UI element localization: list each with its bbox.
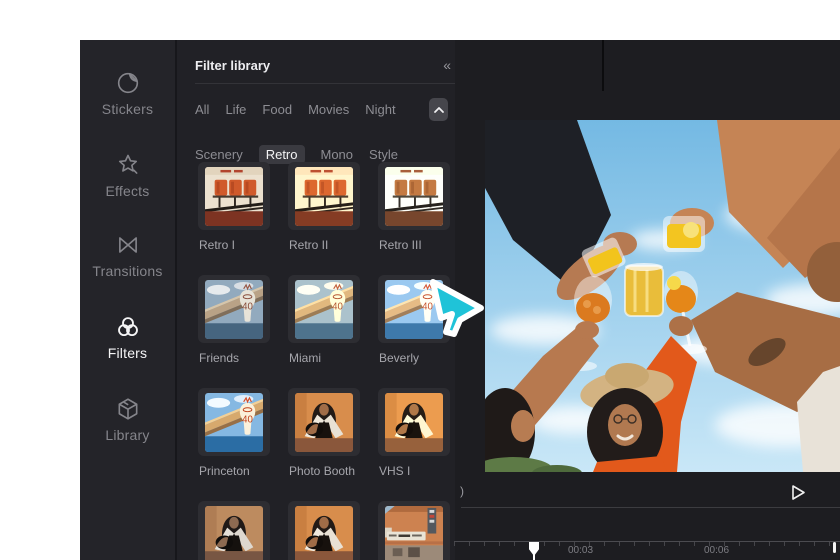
- filter-tile-label: Friends: [199, 351, 240, 365]
- filter-tile-label: Photo Booth: [289, 464, 356, 478]
- video-editor-window: Stickers Effects Transitions Filters Lib…: [80, 40, 840, 560]
- filter-library-panel: Filter library « All Life Food Movies Ni…: [177, 40, 455, 560]
- sidebar-item-effects[interactable]: Effects: [80, 152, 175, 199]
- sidebar-item-label: Effects: [105, 183, 150, 199]
- category-night[interactable]: Night: [365, 100, 395, 119]
- filter-tile-retro-3[interactable]: Retro III: [378, 162, 450, 252]
- star-icon: [118, 154, 137, 174]
- playhead-stem: [533, 554, 535, 560]
- timeline-end-marker: [833, 542, 836, 553]
- category-movies[interactable]: Movies: [308, 100, 349, 119]
- filter-tile-retro-2[interactable]: Retro II: [288, 162, 360, 252]
- sidebar-item-label: Filters: [107, 345, 148, 361]
- filter-tile-label: Princeton: [199, 464, 250, 478]
- filter-thumbnail: [205, 506, 263, 560]
- filter-thumbnail: [385, 280, 443, 339]
- filter-tile-label: Beverly: [379, 351, 420, 365]
- cube-icon: [118, 398, 137, 420]
- sticker-icon: [117, 72, 138, 94]
- filter-tile-princeton[interactable]: Princeton: [198, 388, 270, 478]
- collapse-categories-button[interactable]: [429, 98, 448, 121]
- sidebar: Stickers Effects Transitions Filters Lib…: [80, 40, 177, 560]
- filter-thumbnail: [385, 393, 443, 452]
- sidebar-item-library[interactable]: Library: [80, 396, 175, 443]
- filter-thumbnail: [385, 506, 443, 560]
- filter-tile[interactable]: [288, 501, 360, 560]
- filter-thumbnail: [295, 167, 353, 226]
- filter-tile-photo-booth[interactable]: Photo Booth: [288, 388, 360, 478]
- category-all[interactable]: All: [195, 100, 209, 119]
- collapse-panel-icon[interactable]: «: [443, 57, 451, 73]
- filter-thumbnail: [385, 167, 443, 226]
- filter-tile-label: VHS I: [379, 464, 411, 478]
- filter-grid: Retro I Retro II Retro III Friends Miami…: [198, 162, 450, 560]
- bowtie-icon: [118, 237, 137, 253]
- panel-divider: [195, 83, 455, 84]
- timeline-timestamp: 00:03: [568, 545, 594, 556]
- toolbar-divider: [602, 40, 604, 91]
- filter-thumbnail: [205, 167, 263, 226]
- category-tabs: All Life Food Movies Night Scenery Retro…: [195, 100, 419, 164]
- filter-thumbnail: [295, 393, 353, 452]
- category-life[interactable]: Life: [225, 100, 246, 119]
- play-icon: [792, 485, 805, 500]
- filter-tile-beverly[interactable]: Beverly: [378, 275, 450, 365]
- trefoil-rings-icon: [117, 317, 138, 337]
- sidebar-item-label: Transitions: [92, 263, 163, 279]
- chevron-up-icon: [433, 106, 444, 113]
- filter-tile-label: Retro I: [199, 238, 236, 252]
- filter-thumbnail: [205, 393, 263, 452]
- filter-tile-friends[interactable]: Friends: [198, 275, 270, 365]
- clipped-timestamp-text: ): [460, 484, 464, 498]
- sidebar-item-label: Library: [105, 427, 150, 443]
- category-food[interactable]: Food: [262, 100, 292, 119]
- filter-tile-label: Retro III: [379, 238, 422, 252]
- filter-tile-label: Retro II: [289, 238, 329, 252]
- sidebar-item-stickers[interactable]: Stickers: [80, 70, 175, 117]
- filter-tile-retro-1[interactable]: Retro I: [198, 162, 270, 252]
- filter-tile-miami[interactable]: Miami: [288, 275, 360, 365]
- filter-thumbnail: [295, 506, 353, 560]
- filter-tile-vhs-1[interactable]: VHS I: [378, 388, 450, 478]
- timeline-ticks: [454, 542, 840, 546]
- screenshot-canvas: Stickers Effects Transitions Filters Lib…: [0, 0, 840, 560]
- filter-tile[interactable]: [198, 501, 270, 560]
- filter-tile[interactable]: [378, 501, 450, 560]
- drink-glass: [624, 263, 664, 317]
- filter-tile-label: Miami: [289, 351, 321, 365]
- sidebar-item-filters[interactable]: Filters: [80, 314, 175, 361]
- panel-title: Filter library: [195, 58, 271, 73]
- filter-thumbnail: [205, 280, 263, 339]
- sidebar-item-transitions[interactable]: Transitions: [80, 232, 175, 279]
- timeline-divider: [461, 507, 840, 508]
- play-button[interactable]: [790, 484, 806, 501]
- video-preview[interactable]: [485, 120, 840, 472]
- filter-thumbnail: [295, 280, 353, 339]
- timeline-timestamp: 00:06: [704, 545, 730, 556]
- sidebar-item-label: Stickers: [101, 101, 154, 117]
